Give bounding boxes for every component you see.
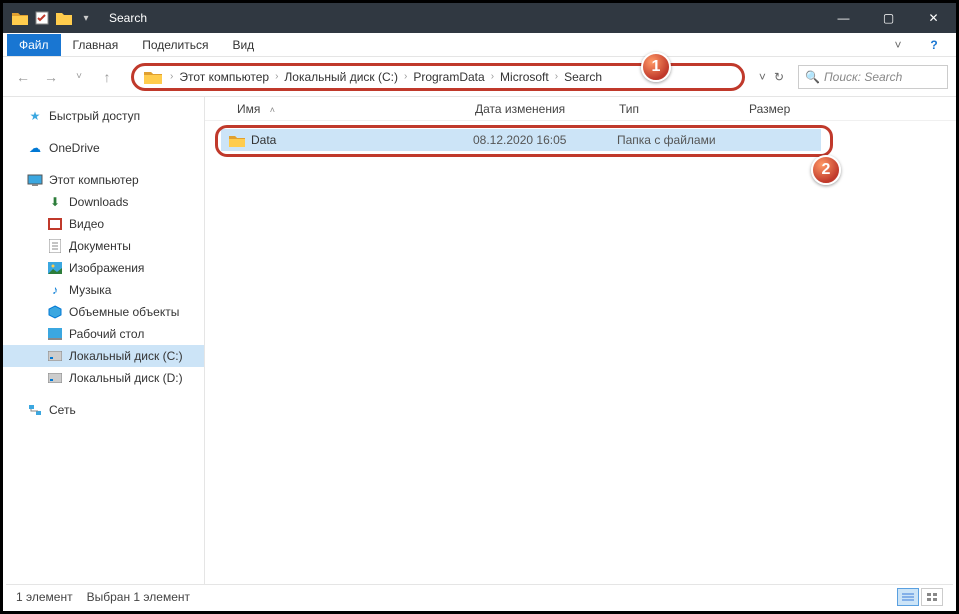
- menu-file[interactable]: Файл: [7, 34, 61, 56]
- computer-icon: [27, 172, 43, 188]
- sidebar-item-network[interactable]: Сеть: [3, 399, 204, 421]
- ribbon-tabs: Файл Главная Поделиться Вид ˅ ?: [3, 33, 956, 57]
- crumb-c[interactable]: Локальный диск (C:): [282, 70, 400, 84]
- status-count: 1 элемент: [16, 590, 73, 604]
- nav-pane: ★ Быстрый доступ ☁ OneDrive Этот компьют…: [3, 97, 205, 587]
- sidebar-item-music[interactable]: ♪ Музыка: [3, 279, 204, 301]
- sidebar-item-downloads[interactable]: ⬇ Downloads: [3, 191, 204, 213]
- chevron-right-icon[interactable]: ›: [400, 71, 411, 82]
- address-dropdown-icon[interactable]: ˅: [759, 70, 766, 84]
- sidebar-item-drive-d[interactable]: Локальный диск (D:): [3, 367, 204, 389]
- sidebar-item-label: OneDrive: [49, 141, 100, 155]
- crumb-pc[interactable]: Этот компьютер: [177, 70, 271, 84]
- chevron-right-icon[interactable]: ›: [271, 71, 282, 82]
- sidebar-item-label: Документы: [69, 239, 131, 253]
- view-icons-button[interactable]: [921, 588, 943, 606]
- sidebar-item-drive-c[interactable]: Локальный диск (C:): [3, 345, 204, 367]
- folder-icon: [11, 9, 29, 27]
- video-icon: [47, 216, 63, 232]
- sidebar-item-label: Изображения: [69, 261, 144, 275]
- annotation-rect-2: [215, 125, 833, 157]
- nav-history-dropdown[interactable]: ˅: [67, 65, 91, 89]
- column-name[interactable]: Имя ˄: [205, 102, 463, 116]
- cloud-icon: ☁: [27, 140, 43, 156]
- sidebar-item-label: Видео: [69, 217, 104, 231]
- titlebar: ▾ Search — ▢ ✕: [3, 3, 956, 33]
- sidebar-item-label: Сеть: [49, 403, 76, 417]
- column-date[interactable]: Дата изменения: [463, 102, 607, 116]
- chevron-right-icon[interactable]: ›: [551, 71, 562, 82]
- drive-icon: [47, 348, 63, 364]
- nav-arrows: ← → ˅ ↑: [11, 65, 123, 89]
- sidebar-item-onedrive[interactable]: ☁ OneDrive: [3, 137, 204, 159]
- window-title: Search: [103, 11, 147, 25]
- explorer-window: ▾ Search — ▢ ✕ Файл Главная Поделиться В…: [0, 0, 959, 614]
- sidebar-item-docs[interactable]: Документы: [3, 235, 204, 257]
- qat: ▾: [3, 9, 103, 27]
- chevron-right-icon[interactable]: ›: [487, 71, 498, 82]
- nav-back-button[interactable]: ←: [11, 65, 35, 89]
- star-icon: ★: [27, 108, 43, 124]
- properties-icon[interactable]: [33, 9, 51, 27]
- view-details-button[interactable]: [897, 588, 919, 606]
- music-icon: ♪: [47, 282, 63, 298]
- downloads-icon: ⬇: [47, 194, 63, 210]
- search-placeholder: Поиск: Search: [824, 70, 902, 84]
- desktop-icon: [47, 326, 63, 342]
- sidebar-item-video[interactable]: Видео: [3, 213, 204, 235]
- 3d-objects-icon: [47, 304, 63, 320]
- content-pane: Имя ˄ Дата изменения Тип Размер Data 08: [205, 97, 956, 587]
- sidebar-item-label: Этот компьютер: [49, 173, 139, 187]
- column-size[interactable]: Размер: [737, 102, 837, 116]
- crumb-programdata[interactable]: ProgramData: [411, 70, 486, 84]
- menu-home[interactable]: Главная: [61, 34, 131, 56]
- chevron-right-icon[interactable]: ›: [166, 71, 177, 82]
- sidebar-item-label: Быстрый доступ: [49, 109, 140, 123]
- annotation-badge-1: 1: [641, 52, 671, 82]
- sidebar-item-pc[interactable]: Этот компьютер: [3, 169, 204, 191]
- sidebar-item-desktop[interactable]: Рабочий стол: [3, 323, 204, 345]
- breadcrumb-folder-icon: [144, 70, 162, 84]
- file-list: Data 08.12.2020 16:05 Папка с файлами: [215, 129, 946, 151]
- search-input[interactable]: 🔍 Поиск: Search: [798, 65, 948, 89]
- sidebar-item-label: Локальный диск (C:): [69, 349, 183, 363]
- network-icon: [27, 402, 43, 418]
- sidebar-item-label: Музыка: [69, 283, 111, 297]
- column-headers: Имя ˄ Дата изменения Тип Размер: [205, 97, 956, 121]
- menu-share[interactable]: Поделиться: [130, 34, 220, 56]
- sort-asc-icon: ˄: [270, 105, 275, 115]
- status-bar: 1 элемент Выбран 1 элемент: [6, 584, 953, 608]
- column-type[interactable]: Тип: [607, 102, 737, 116]
- annotation-badge-2: 2: [811, 155, 841, 185]
- sidebar-item-label: Локальный диск (D:): [69, 371, 183, 385]
- documents-icon: [47, 238, 63, 254]
- nav-forward-button[interactable]: →: [39, 65, 63, 89]
- sidebar-item-quick-access[interactable]: ★ Быстрый доступ: [3, 105, 204, 127]
- sidebar-item-pictures[interactable]: Изображения: [3, 257, 204, 279]
- nav-up-button[interactable]: ↑: [95, 65, 119, 89]
- ribbon-expand-icon[interactable]: ˅: [880, 38, 916, 52]
- drive-icon: [47, 370, 63, 386]
- refresh-icon[interactable]: ↻: [774, 70, 784, 84]
- menu-view[interactable]: Вид: [220, 34, 266, 56]
- sidebar-item-label: Рабочий стол: [69, 327, 144, 341]
- sidebar-item-label: Объемные объекты: [69, 305, 179, 319]
- sidebar-item-label: Downloads: [69, 195, 128, 209]
- help-icon[interactable]: ?: [916, 38, 952, 52]
- pictures-icon: [47, 260, 63, 276]
- maximize-button[interactable]: ▢: [866, 3, 911, 33]
- qat-overflow-icon[interactable]: ▾: [77, 9, 95, 27]
- search-icon: 🔍: [805, 70, 820, 84]
- close-button[interactable]: ✕: [911, 3, 956, 33]
- crumb-microsoft[interactable]: Microsoft: [498, 70, 551, 84]
- address-toolbar: ← → ˅ ↑ › Этот компьютер › Локальный дис…: [3, 57, 956, 97]
- qat-folder-icon[interactable]: [55, 9, 73, 27]
- address-actions: ˅ ↻: [753, 70, 790, 84]
- sidebar-item-3d[interactable]: Объемные объекты: [3, 301, 204, 323]
- window-controls: — ▢ ✕: [821, 3, 956, 33]
- crumb-search[interactable]: Search: [562, 70, 604, 84]
- minimize-button[interactable]: —: [821, 3, 866, 33]
- status-selected: Выбран 1 элемент: [87, 590, 190, 604]
